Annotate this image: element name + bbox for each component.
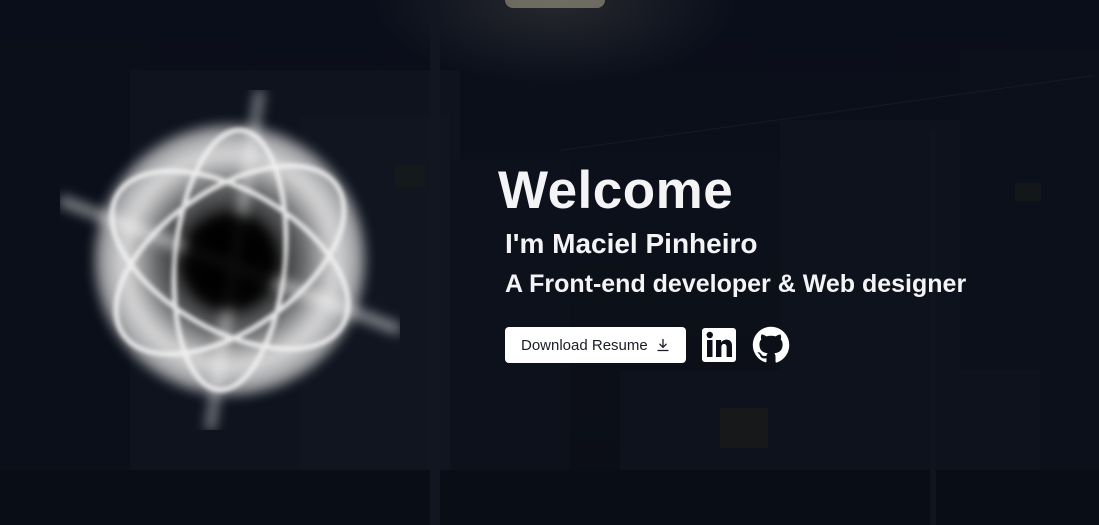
github-icon [752,326,789,363]
download-resume-button[interactable]: Download Resume [505,327,686,363]
linkedin-icon [701,328,736,362]
hero-actions: Download Resume [505,326,790,364]
hero-content: Welcome I'm Maciel Pinheiro A Front-end … [498,160,966,363]
download-icon [656,338,670,352]
welcome-title: Welcome [498,161,734,220]
download-resume-label: Download Resume [521,336,648,354]
intro-text: I'm Maciel Pinheiro [505,228,758,259]
github-link[interactable] [752,326,790,364]
role-text: A Front-end developer & Web designer [505,270,967,298]
hero-section: Welcome I'm Maciel Pinheiro A Front-end … [0,0,1099,525]
atom-icon [60,90,400,430]
atom-orbits [60,90,400,430]
linkedin-link[interactable] [700,326,738,364]
